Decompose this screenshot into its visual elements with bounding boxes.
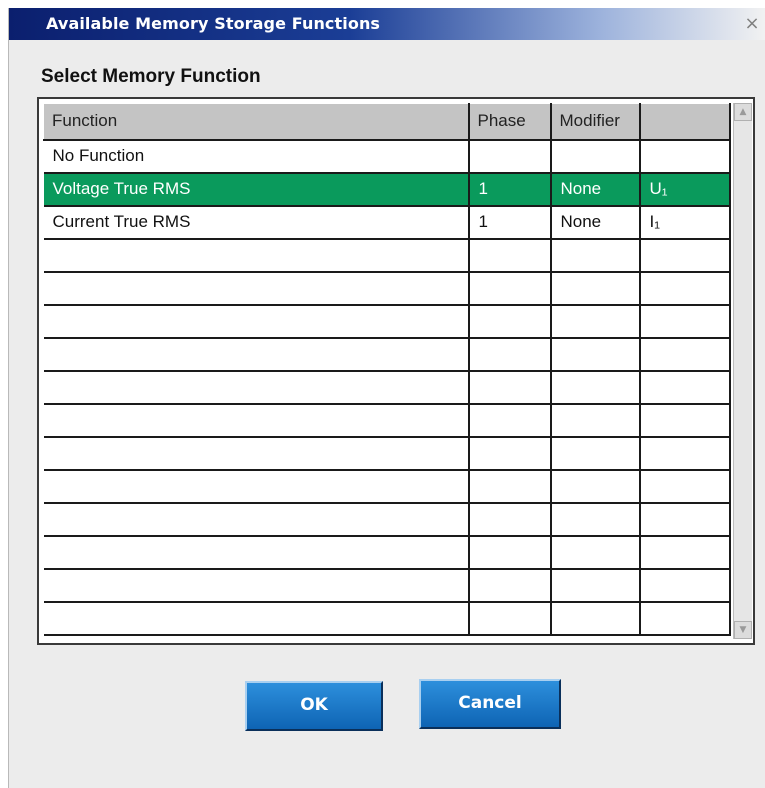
ok-button[interactable]: OK	[245, 681, 383, 731]
scroll-down-arrow-icon[interactable]: ▼	[734, 621, 752, 639]
empty-cell	[639, 370, 731, 405]
empty-cell	[468, 271, 552, 306]
table-row[interactable]: Current True RMS 1 None I₁	[43, 205, 731, 240]
cell-function: No Function	[43, 139, 470, 174]
empty-table-row[interactable]	[43, 370, 731, 405]
empty-cell	[639, 238, 731, 273]
empty-cell	[550, 304, 641, 339]
empty-table-row[interactable]	[43, 304, 731, 339]
empty-cell	[468, 337, 552, 372]
empty-table-row[interactable]	[43, 502, 731, 537]
close-icon[interactable]: ×	[742, 14, 762, 34]
empty-cell	[550, 271, 641, 306]
empty-table-row[interactable]	[43, 469, 731, 504]
table-row[interactable]: No Function	[43, 139, 731, 174]
dialog-title: Available Memory Storage Functions	[46, 14, 381, 33]
empty-cell	[43, 370, 470, 405]
empty-cell	[43, 469, 470, 504]
empty-cell	[468, 436, 552, 471]
empty-cell	[639, 502, 731, 537]
empty-cell	[43, 337, 470, 372]
column-header-function[interactable]: Function	[43, 103, 470, 141]
empty-table-row[interactable]	[43, 568, 731, 603]
empty-cell	[639, 337, 731, 372]
empty-cell	[468, 502, 552, 537]
empty-cell	[468, 469, 552, 504]
empty-cell	[468, 535, 552, 570]
empty-cell	[43, 535, 470, 570]
empty-cell	[43, 304, 470, 339]
cell-symbol: U₁	[639, 172, 731, 207]
empty-cell	[468, 304, 552, 339]
empty-cell	[468, 238, 552, 273]
empty-cell	[550, 535, 641, 570]
table-header-row: Function Phase Modifier	[43, 103, 731, 141]
empty-table-row[interactable]	[43, 436, 731, 471]
empty-cell	[639, 403, 731, 438]
cell-phase	[468, 139, 552, 174]
empty-cell	[550, 469, 641, 504]
empty-cell	[550, 568, 641, 603]
table-row[interactable]: Voltage True RMS 1 None U₁	[43, 172, 731, 207]
empty-cell	[639, 535, 731, 570]
function-table: Function Phase Modifier No Function Volta…	[43, 103, 731, 636]
cell-symbol: I₁	[639, 205, 731, 240]
empty-cell	[468, 601, 552, 636]
cell-phase: 1	[468, 172, 552, 207]
empty-cell	[639, 304, 731, 339]
title-bar[interactable]: Available Memory Storage Functions ×	[9, 8, 765, 40]
empty-cell	[43, 502, 470, 537]
column-header-modifier[interactable]: Modifier	[550, 103, 641, 141]
cell-phase: 1	[468, 205, 552, 240]
empty-cell	[43, 436, 470, 471]
empty-cell	[43, 568, 470, 603]
empty-cell	[550, 601, 641, 636]
cancel-button[interactable]: Cancel	[419, 679, 561, 729]
column-header-symbol[interactable]	[639, 103, 731, 141]
vertical-scrollbar[interactable]: ▲ ▼	[733, 103, 752, 639]
empty-table-row[interactable]	[43, 601, 731, 636]
empty-cell	[43, 238, 470, 273]
empty-table-row[interactable]	[43, 403, 731, 438]
empty-cell	[43, 403, 470, 438]
empty-table-row[interactable]	[43, 238, 731, 273]
empty-table-row[interactable]	[43, 337, 731, 372]
empty-cell	[43, 601, 470, 636]
empty-cell	[550, 370, 641, 405]
empty-cell	[639, 436, 731, 471]
function-grid: Function Phase Modifier No Function Volta…	[37, 97, 755, 645]
cell-symbol	[639, 139, 731, 174]
empty-table-row[interactable]	[43, 535, 731, 570]
cell-function: Voltage True RMS	[43, 172, 470, 207]
empty-cell	[468, 568, 552, 603]
column-header-phase[interactable]: Phase	[468, 103, 552, 141]
empty-table-row[interactable]	[43, 271, 731, 306]
empty-cell	[550, 502, 641, 537]
cell-modifier	[550, 139, 641, 174]
empty-cell	[639, 271, 731, 306]
empty-cell	[639, 568, 731, 603]
scroll-up-arrow-icon[interactable]: ▲	[734, 103, 752, 121]
memory-functions-dialog: Available Memory Storage Functions × Sel…	[8, 8, 765, 788]
empty-cell	[550, 436, 641, 471]
empty-cell	[550, 337, 641, 372]
empty-cell	[550, 403, 641, 438]
cell-modifier: None	[550, 205, 641, 240]
empty-cell	[468, 403, 552, 438]
empty-cell	[639, 469, 731, 504]
empty-cell	[639, 601, 731, 636]
section-label: Select Memory Function	[41, 66, 261, 87]
cell-function: Current True RMS	[43, 205, 470, 240]
cell-modifier: None	[550, 172, 641, 207]
empty-cell	[43, 271, 470, 306]
empty-cell	[550, 238, 641, 273]
empty-cell	[468, 370, 552, 405]
